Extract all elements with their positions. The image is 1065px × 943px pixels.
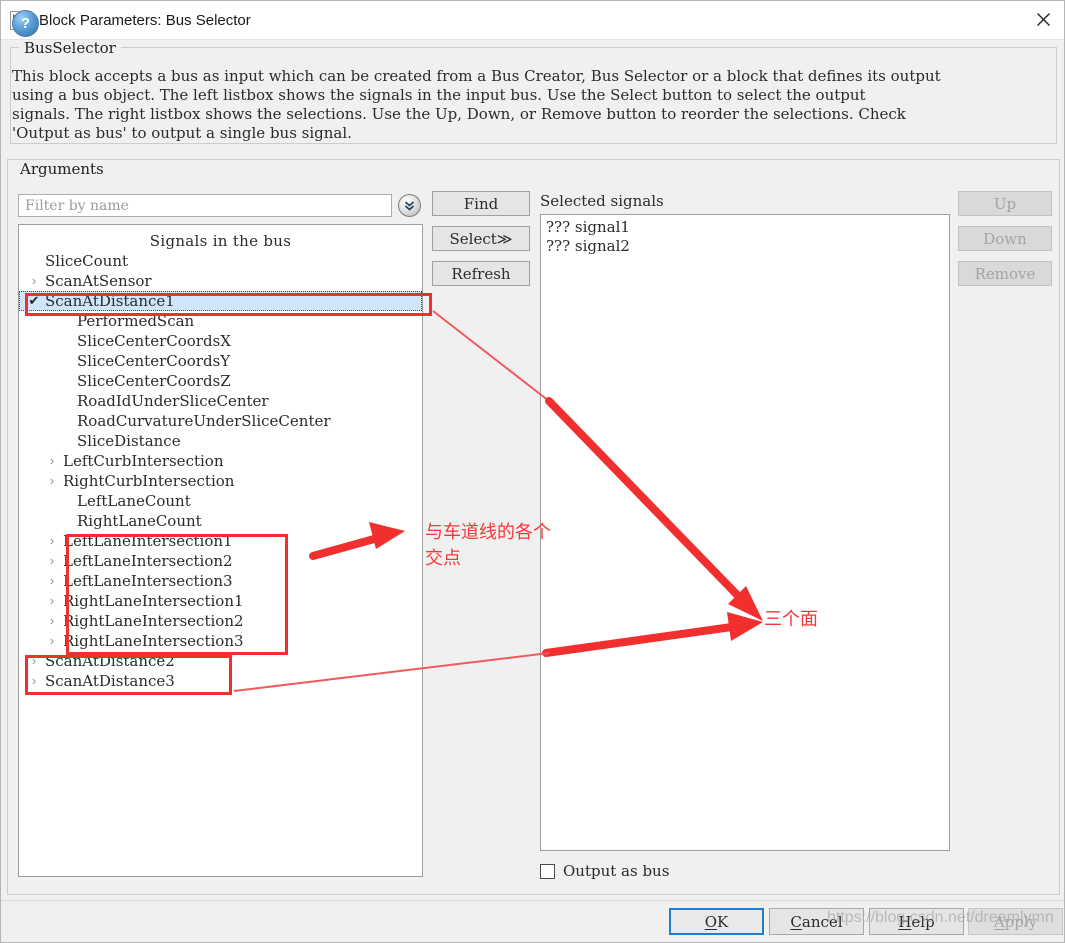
chevron-right-icon[interactable]: › [43, 611, 61, 631]
tree-item-label: RoadIdUnderSliceCenter [77, 392, 269, 410]
tree-item-label: SliceCenterCoordsX [77, 332, 231, 350]
tree-item[interactable]: SliceCenterCoordsX [19, 331, 422, 351]
description-legend: BusSelector [19, 40, 121, 56]
tree-item[interactable]: LeftLaneCount [19, 491, 422, 511]
close-icon[interactable] [1020, 1, 1064, 38]
tree-item-label: RightCurbIntersection [63, 472, 235, 490]
tree-item[interactable]: › RightLaneIntersection2 [19, 611, 422, 631]
tree-item[interactable]: › ScanAtSensor [19, 271, 422, 291]
ok-button[interactable]: OK [669, 908, 764, 935]
output-as-bus-checkbox[interactable] [540, 863, 555, 879]
move-up-button[interactable]: Up [958, 191, 1052, 216]
tree-item[interactable]: SliceCount [19, 251, 422, 271]
refresh-button[interactable]: Refresh [432, 261, 530, 286]
title-bar: Block Parameters: Bus Selector [1, 1, 1064, 40]
tree-item[interactable]: SliceCenterCoordsY [19, 351, 422, 371]
help-circle-icon[interactable]: ? [12, 10, 39, 37]
chevron-right-icon[interactable]: › [43, 631, 61, 651]
tree-item-label: ScanAtDistance3 [45, 672, 175, 690]
apply-button-label: Apply [993, 912, 1038, 931]
signals-list-header: Signals in the bus [149, 232, 292, 250]
chevron-right-icon[interactable]: › [43, 591, 61, 611]
tree-item-label: SliceCenterCoordsY [77, 352, 231, 370]
find-button[interactable]: Find [432, 191, 530, 216]
chevron-right-icon[interactable]: › [25, 651, 43, 671]
tree-item[interactable]: PerformedScan [19, 311, 422, 331]
tree-item-label: RoadCurvatureUnderSliceCenter [77, 412, 331, 430]
tree-item[interactable]: › LeftCurbIntersection [19, 451, 422, 471]
signal-tree: SliceCount › ScanAtSensor ✔ ScanAtDistance1 P… [19, 251, 422, 691]
cancel-button-label: Cancel [790, 912, 843, 931]
tree-item-label: ScanAtDistance2 [45, 652, 175, 670]
arguments-legend: Arguments [15, 161, 109, 177]
tree-item-label: ScanAtDistance1 [45, 292, 175, 310]
apply-button[interactable]: Apply [968, 908, 1063, 935]
double-chevron-down-icon [398, 194, 421, 217]
tree-item[interactable]: › ScanAtDistance3 [19, 671, 422, 691]
tree-item-label: LeftLaneIntersection1 [63, 532, 233, 550]
tree-item[interactable]: SliceCenterCoordsZ [19, 371, 422, 391]
filter-options-button[interactable] [397, 193, 422, 218]
tree-item[interactable]: RoadCurvatureUnderSliceCenter [19, 411, 422, 431]
chevron-right-icon[interactable]: › [43, 531, 61, 551]
tree-item[interactable]: › LeftLaneIntersection2 [19, 551, 422, 571]
output-as-bus-label: Output as bus [563, 862, 670, 880]
tree-item-label: SliceCount [45, 252, 129, 270]
check-icon: ✔ [28, 293, 40, 308]
chevron-right-icon[interactable]: › [25, 271, 43, 291]
tree-item-label: PerformedScan [77, 312, 195, 330]
select-button[interactable]: Select≫ [432, 226, 530, 251]
filter-input[interactable] [18, 194, 392, 217]
description-text: This block accepts a bus as input which … [12, 67, 941, 142]
tree-item-label: SliceDistance [77, 432, 181, 450]
block-parameters-dialog: Block Parameters: Bus Selector BusSelect… [0, 0, 1065, 943]
tree-item-label: LeftLaneIntersection3 [63, 572, 233, 590]
chevron-right-icon[interactable]: › [43, 471, 61, 491]
selected-signal-item[interactable]: ??? signal1 [546, 218, 944, 237]
tree-item-label: RightLaneIntersection3 [63, 632, 244, 650]
tree-item[interactable]: › LeftLaneIntersection1 [19, 531, 422, 551]
tree-item[interactable]: › RightLaneIntersection1 [19, 591, 422, 611]
chevron-right-icon[interactable]: › [43, 571, 61, 591]
chevron-right-icon[interactable]: › [43, 451, 61, 471]
help-button-label: Help [898, 912, 935, 931]
cancel-button[interactable]: Cancel [769, 908, 864, 935]
tree-item[interactable]: › ScanAtDistance2 [19, 651, 422, 671]
help-button[interactable]: Help [869, 908, 964, 935]
remove-button[interactable]: Remove [958, 261, 1052, 286]
window-title: Block Parameters: Bus Selector [39, 11, 251, 29]
signals-listbox[interactable]: Signals in the bus SliceCount › ScanAtSens… [18, 224, 423, 877]
tree-item[interactable]: RoadIdUnderSliceCenter [19, 391, 422, 411]
tree-item-label: LeftCurbIntersection [63, 452, 224, 470]
ok-button-label: OK [704, 912, 729, 931]
tree-item-label: RightLaneIntersection1 [63, 592, 244, 610]
tree-item[interactable]: ✔ ScanAtDistance1 [19, 291, 422, 311]
tree-item[interactable]: › LeftLaneIntersection3 [19, 571, 422, 591]
tree-item-label: LeftLaneCount [77, 492, 191, 510]
tree-item-label: RightLaneCount [77, 512, 202, 530]
move-down-button[interactable]: Down [958, 226, 1052, 251]
tree-item-label: ScanAtSensor [45, 272, 152, 290]
selected-signal-item[interactable]: ??? signal2 [546, 237, 944, 256]
tree-item[interactable]: › RightLaneIntersection3 [19, 631, 422, 651]
tree-item[interactable]: RightLaneCount [19, 511, 422, 531]
tree-item[interactable]: SliceDistance [19, 431, 422, 451]
selected-signals-label: Selected signals [540, 192, 664, 210]
tree-item[interactable]: › RightCurbIntersection [19, 471, 422, 491]
tree-item-label: SliceCenterCoordsZ [77, 372, 231, 390]
selected-signals-listbox[interactable]: ??? signal1??? signal2 [540, 214, 950, 851]
tree-item-label: RightLaneIntersection2 [63, 612, 244, 630]
output-as-bus-row[interactable]: Output as bus [540, 862, 669, 880]
chevron-right-icon[interactable]: › [25, 671, 43, 691]
tree-item-label: LeftLaneIntersection2 [63, 552, 233, 570]
chevron-right-icon[interactable]: › [43, 551, 61, 571]
